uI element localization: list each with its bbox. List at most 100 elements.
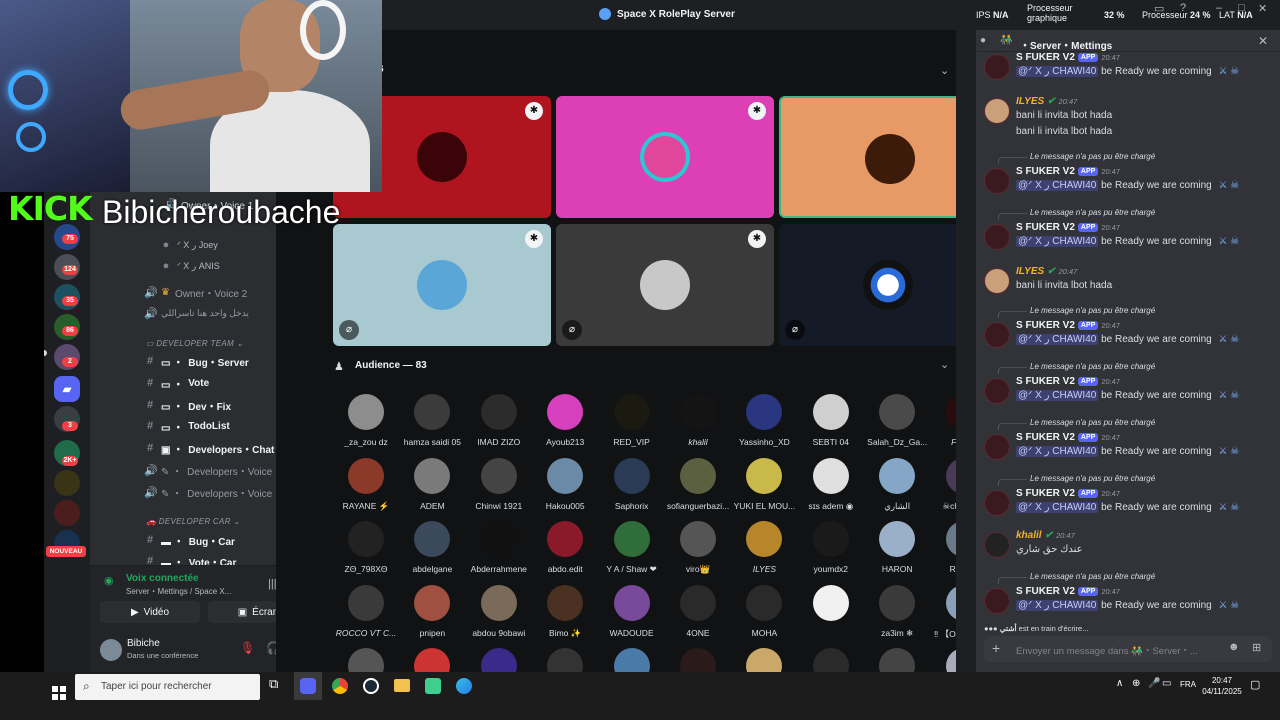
server-icon[interactable] bbox=[54, 500, 80, 526]
audience-member[interactable]: ADEM bbox=[399, 457, 465, 520]
minimize-icon[interactable]: – bbox=[1216, 2, 1222, 14]
channel-dev-fix[interactable]: # ▭ ・ Dev・Fix bbox=[144, 395, 231, 415]
mention[interactable]: @ᐟ X ر CHAWI40 bbox=[1016, 390, 1099, 401]
taskbar-search[interactable]: ⌕ Taper ici pour rechercher bbox=[75, 674, 260, 700]
avatar[interactable] bbox=[984, 378, 1010, 404]
chrome-app-icon[interactable] bbox=[332, 678, 348, 694]
avatar[interactable] bbox=[984, 168, 1010, 194]
channel-bug-server[interactable]: # ▭ ・ Bug・Server bbox=[144, 351, 249, 371]
voice-location[interactable]: Server・Mettings / Space X... bbox=[126, 586, 252, 597]
avatar[interactable] bbox=[984, 322, 1010, 348]
audience-member[interactable]: RED_VIP bbox=[599, 394, 665, 456]
avatar[interactable] bbox=[812, 648, 849, 672]
mention[interactable]: @ᐟ X ر CHAWI40 bbox=[1016, 502, 1099, 513]
tile-menu-icon[interactable]: ✱ bbox=[748, 230, 766, 248]
avatar[interactable] bbox=[680, 648, 716, 672]
audience-member[interactable]: RAYANE ⚡ bbox=[333, 457, 399, 520]
audience-member[interactable]: Abderrahmene bbox=[466, 521, 532, 583]
tray-chevron-icon[interactable]: ∧ bbox=[1116, 678, 1123, 689]
avatar[interactable] bbox=[984, 224, 1010, 250]
avatar[interactable] bbox=[984, 268, 1010, 294]
audience-member[interactable]: Ayoub213 bbox=[532, 394, 598, 456]
mention[interactable]: @ᐟ X ر CHAWI40 bbox=[1016, 236, 1099, 247]
app-icon[interactable] bbox=[425, 678, 441, 694]
avatar[interactable] bbox=[879, 648, 916, 672]
tile-menu-icon[interactable]: ✱ bbox=[525, 102, 543, 120]
audience-member[interactable]: Yassinho_XD bbox=[731, 394, 797, 456]
audience-member[interactable]: ZΘ_798XΘ bbox=[333, 521, 399, 583]
audience-member[interactable]: FIRAS bbox=[931, 394, 956, 456]
audience-member[interactable]: youmdx2 bbox=[798, 521, 864, 583]
message-input[interactable]: + Envoyer un message dans 👬・Server・... ☻… bbox=[984, 636, 1272, 662]
avatar[interactable] bbox=[984, 532, 1010, 558]
chevron-down-icon[interactable]: ⌄ bbox=[940, 358, 949, 371]
clock[interactable]: 20:47 04/11/2025 bbox=[1200, 675, 1244, 697]
tile-menu-icon[interactable]: ✱ bbox=[525, 230, 543, 248]
mention[interactable]: @ᐟ X ر CHAWI40 bbox=[1016, 446, 1099, 457]
folder-icon[interactable]: ▰ bbox=[54, 376, 80, 402]
audience-member[interactable]: YUKI EL MOU... bbox=[731, 457, 797, 520]
server-icon[interactable] bbox=[54, 470, 80, 496]
audience-member[interactable]: HARON bbox=[864, 521, 930, 583]
avatar[interactable] bbox=[414, 648, 451, 672]
speaker-tile-speaking[interactable]: ✱ bbox=[779, 96, 956, 218]
tile-menu-icon[interactable]: ✱ bbox=[748, 102, 766, 120]
chevron-down-icon[interactable]: ⌄ bbox=[940, 64, 949, 77]
close-chat-icon[interactable]: ✕ bbox=[1258, 34, 1268, 48]
taskbar-app-active[interactable] bbox=[294, 672, 322, 700]
audience-member[interactable]: Chinwi 1921 bbox=[466, 457, 532, 520]
avatar[interactable] bbox=[984, 490, 1010, 516]
steam-app-icon[interactable] bbox=[363, 678, 379, 694]
audience-member[interactable] bbox=[798, 584, 864, 647]
avatar[interactable] bbox=[480, 648, 517, 672]
notifications-icon[interactable]: ▢ bbox=[1250, 678, 1260, 691]
network-icon[interactable]: ▭ bbox=[1162, 678, 1171, 689]
audience-member[interactable]: ‼ 【OMERTA】 bbox=[931, 584, 956, 647]
avatar[interactable] bbox=[945, 648, 956, 672]
language-indicator[interactable]: FRA bbox=[1180, 680, 1196, 689]
audience-member[interactable]: 4ONE bbox=[665, 584, 731, 647]
speaker-tile[interactable]: ✱⌀ bbox=[333, 224, 551, 346]
audience-member[interactable]: ѕɪѕ adem ◉ bbox=[798, 457, 864, 520]
audience-member[interactable]: Bimo ✨ bbox=[532, 584, 598, 647]
avatar[interactable] bbox=[100, 639, 122, 661]
category-developer-team[interactable]: ▭ DEVELOPER TEAM ⌄ bbox=[146, 339, 243, 348]
avatar[interactable] bbox=[984, 98, 1010, 124]
file-explorer-icon[interactable] bbox=[394, 679, 410, 692]
mention[interactable]: @ᐟ X ر CHAWI40 bbox=[1016, 180, 1099, 191]
apps-icon[interactable]: ⊞ bbox=[1252, 641, 1261, 654]
audience-member[interactable]: SEBTI 04 bbox=[798, 394, 864, 456]
channel-bug-car[interactable]: # ▬ ・ Bug・Car bbox=[144, 530, 235, 550]
mention[interactable]: @ᐟ X ر CHAWI40 bbox=[1016, 600, 1099, 611]
close-window-icon[interactable]: ✕ bbox=[1258, 2, 1267, 15]
avatar[interactable] bbox=[984, 588, 1010, 614]
channel-vote[interactable]: # ▭ ・ Vote bbox=[144, 373, 209, 393]
speaker-tile[interactable]: ✱⌀ bbox=[556, 224, 774, 346]
audience-member[interactable]: Ragnar bbox=[931, 521, 956, 583]
voice-channel-arabic[interactable]: 🔊 يدخل واحد هنا تاسراللي bbox=[144, 303, 249, 323]
audience-member[interactable]: abdo.edit bbox=[532, 521, 598, 583]
avatar[interactable] bbox=[984, 54, 1010, 80]
audience-member[interactable]: MOHA bbox=[731, 584, 797, 647]
audience-member[interactable]: Saphorix bbox=[599, 457, 665, 520]
start-button-icon[interactable] bbox=[52, 686, 66, 700]
video-button[interactable]: ▶ Vidéo bbox=[100, 601, 200, 623]
emoji-icon[interactable]: ☻ bbox=[1228, 641, 1240, 653]
audience-member[interactable]: Salah_Dz_Ga... bbox=[864, 394, 930, 456]
channel-todolist[interactable]: # ▭ ・ TodoList bbox=[144, 416, 230, 436]
audience-member[interactable]: IMAD ZIZO bbox=[466, 394, 532, 456]
add-attachment-icon[interactable]: + bbox=[992, 640, 1000, 656]
voice-user[interactable]: ● ᐟ X ر Joey bbox=[160, 235, 218, 255]
avatar[interactable] bbox=[746, 648, 783, 672]
avatar[interactable] bbox=[613, 648, 650, 672]
mention[interactable]: @ᐟ X ر CHAWI40 bbox=[1016, 334, 1099, 345]
inbox-icon[interactable]: ▭ bbox=[1154, 2, 1164, 15]
audience-member[interactable]: pnipen bbox=[399, 584, 465, 647]
voice-channel-dev-1[interactable]: 🔊 ✎ ・ Developers・Voice・1 bbox=[144, 460, 288, 480]
voice-user[interactable]: ● ᐟ X ر ANIS bbox=[160, 256, 220, 276]
mic-tray-icon[interactable]: 🎤 bbox=[1148, 678, 1160, 689]
speaker-tile[interactable]: ✱⌀ bbox=[779, 224, 956, 346]
audience-member[interactable]: sofianguerbazi... bbox=[665, 457, 731, 520]
audience-member[interactable]: ROCCO VT C... bbox=[333, 584, 399, 647]
maximize-icon[interactable]: □ bbox=[1238, 2, 1245, 14]
